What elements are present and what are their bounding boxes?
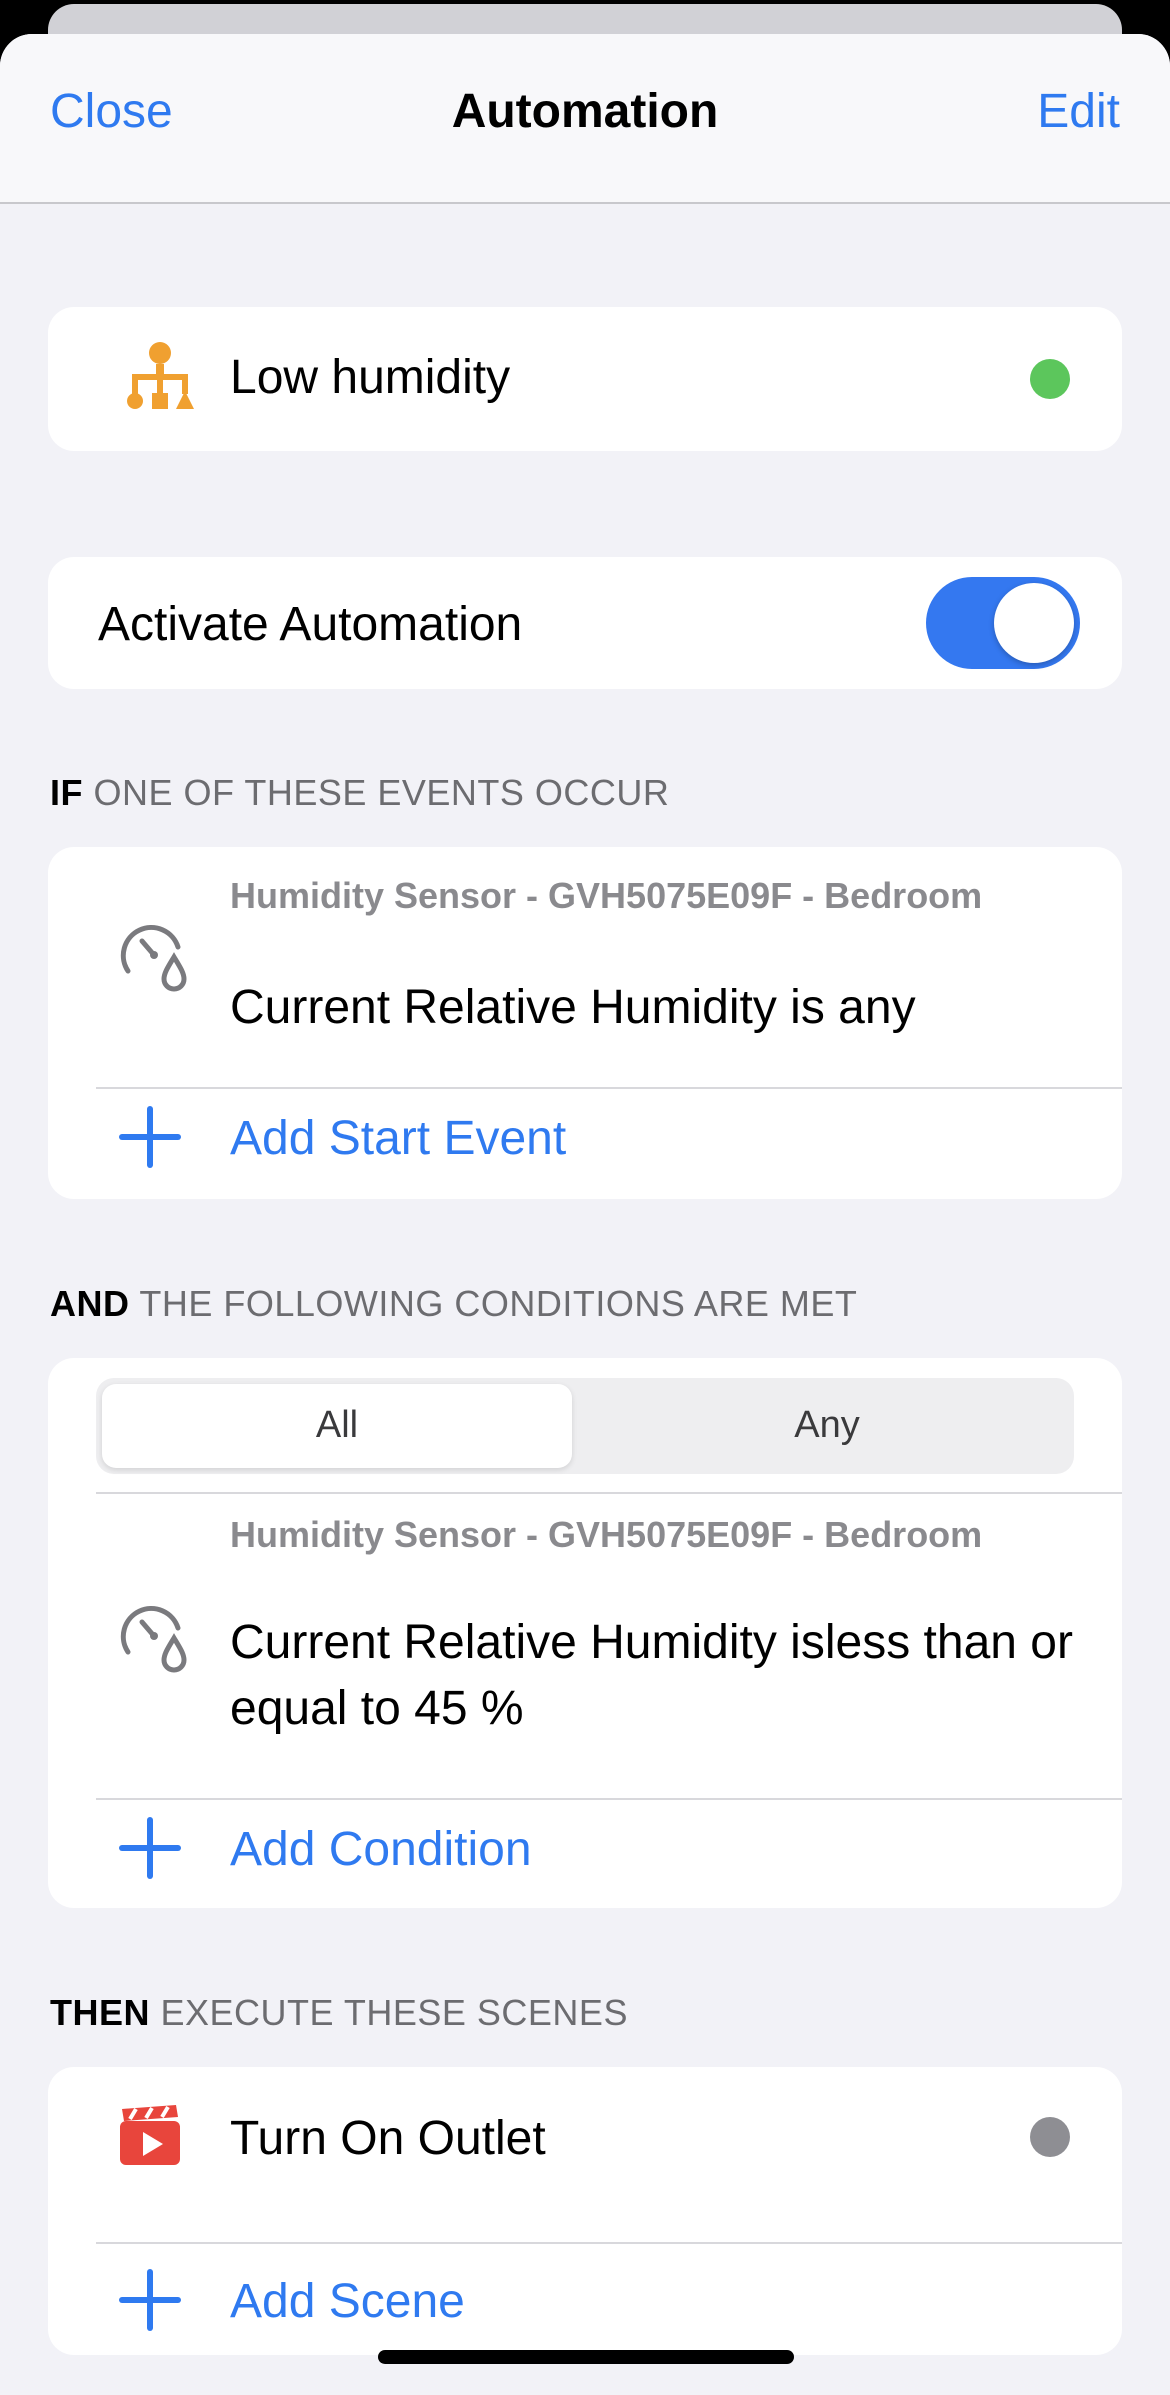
plus-icon bbox=[119, 2269, 181, 2331]
edit-button[interactable]: Edit bbox=[1037, 84, 1120, 139]
event-device-name: Humidity Sensor - GVH5075E09F - Bedroom bbox=[230, 875, 983, 916]
event-row[interactable]: Humidity Sensor - GVH5075E09F - Bedroom … bbox=[48, 847, 1122, 1057]
humidity-sensor-icon bbox=[120, 1606, 187, 1673]
add-scene-button[interactable]: Add Scene bbox=[48, 2244, 1122, 2355]
conditions-card: All Any Humidity Sensor - GVH5075E09F - … bbox=[48, 1358, 1122, 1908]
and-header-text: THE FOLLOWING CONDITIONS ARE MET bbox=[129, 1283, 858, 1324]
add-start-event-button[interactable]: Add Start Event bbox=[48, 1089, 1122, 1199]
add-condition-button[interactable]: Add Condition bbox=[48, 1800, 1122, 1908]
automation-name-card[interactable]: Low humidity bbox=[48, 307, 1122, 451]
activate-automation-label: Activate Automation bbox=[98, 598, 523, 651]
activate-automation-toggle[interactable] bbox=[926, 577, 1080, 669]
add-condition-label: Add Condition bbox=[230, 1823, 532, 1876]
status-dot bbox=[1030, 359, 1070, 399]
home-indicator[interactable] bbox=[378, 2350, 794, 2364]
automation-icon bbox=[127, 342, 194, 409]
condition-description: Current Relative Humidity isless than or… bbox=[230, 1616, 1073, 1735]
event-description: Current Relative Humidity is any bbox=[230, 981, 916, 1034]
condition-device-name: Humidity Sensor - GVH5075E09F - Bedroom bbox=[230, 1514, 983, 1555]
plus-icon bbox=[119, 1106, 181, 1168]
and-keyword: AND bbox=[50, 1283, 130, 1324]
add-start-event-label: Add Start Event bbox=[230, 1112, 567, 1165]
and-section-header: AND THE FOLLOWING CONDITIONS ARE MET bbox=[50, 1283, 857, 1325]
scenes-card: Turn On Outlet Add Scene bbox=[48, 2067, 1122, 2355]
then-header-text: EXECUTE THESE SCENES bbox=[150, 1992, 628, 2033]
scene-status-dot bbox=[1030, 2117, 1070, 2157]
navigation-bar: Close Automation Edit bbox=[0, 34, 1170, 204]
plus-icon bbox=[119, 1817, 181, 1879]
then-section-header: THEN EXECUTE THESE SCENES bbox=[50, 1992, 628, 2034]
humidity-sensor-icon bbox=[120, 925, 187, 992]
page-title: Automation bbox=[451, 85, 719, 138]
toggle-knob bbox=[994, 583, 1074, 663]
if-section-header: IF ONE OF THESE EVENTS OCCUR bbox=[50, 772, 669, 814]
automation-sheet: Close Automation Edit Low humidity Activ… bbox=[0, 34, 1170, 2395]
add-scene-label: Add Scene bbox=[230, 2275, 465, 2328]
condition-row[interactable]: Humidity Sensor - GVH5075E09F - Bedroom … bbox=[48, 1494, 1122, 1764]
match-segmented-control: All Any bbox=[96, 1378, 1074, 1474]
if-keyword: IF bbox=[50, 772, 83, 813]
segment-any[interactable]: Any bbox=[592, 1404, 1062, 1447]
scene-name: Turn On Outlet bbox=[230, 2112, 546, 2165]
activate-automation-row: Activate Automation bbox=[48, 557, 1122, 689]
if-header-text: ONE OF THESE EVENTS OCCUR bbox=[83, 772, 670, 813]
scene-row[interactable]: Turn On Outlet bbox=[48, 2067, 1122, 2209]
automation-name: Low humidity bbox=[230, 351, 511, 404]
scene-icon bbox=[120, 2105, 180, 2165]
events-card: Humidity Sensor - GVH5075E09F - Bedroom … bbox=[48, 847, 1122, 1199]
then-keyword: THEN bbox=[50, 1992, 150, 2033]
segment-all[interactable]: All bbox=[102, 1404, 572, 1447]
